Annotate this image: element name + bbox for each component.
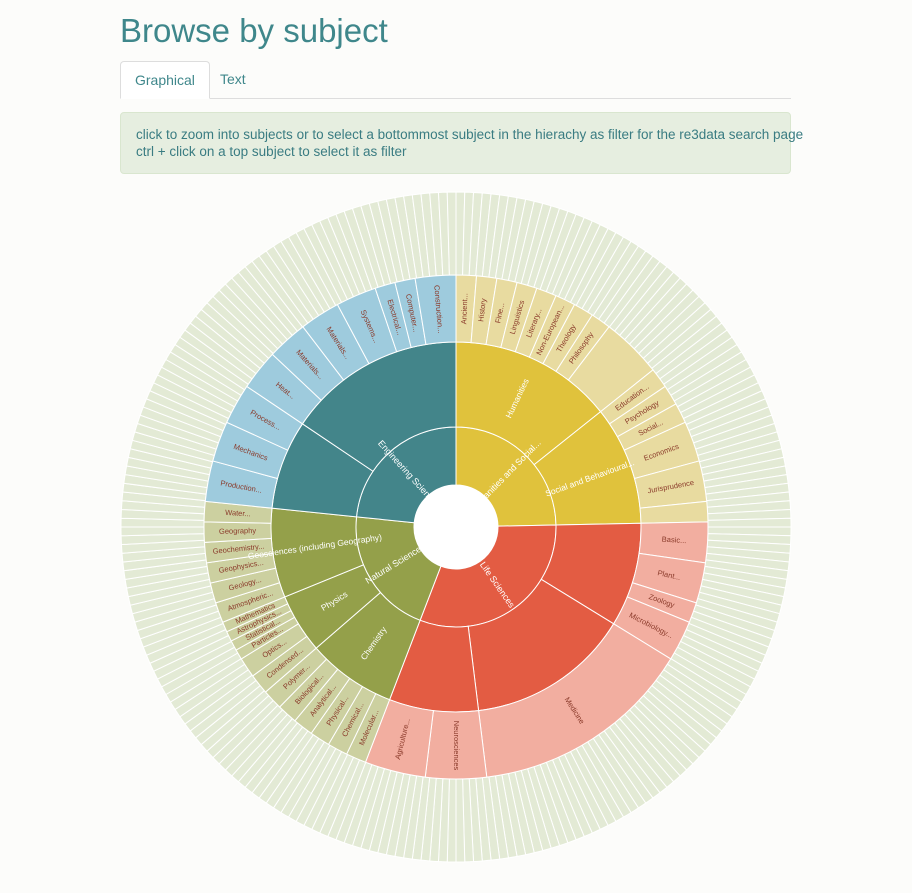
subject-label-basic: Basic... xyxy=(662,535,687,545)
subject-sunburst-chart[interactable]: Ancient... History Fine... LinguisticsLiter… xyxy=(0,0,912,893)
subject-label-water: Water... xyxy=(225,508,251,519)
subject-label-ancient: Ancient... xyxy=(459,293,469,325)
center-zoom-out[interactable] xyxy=(414,485,498,569)
subject-label-neurosciences: Neurosciences xyxy=(452,721,461,771)
subject-label-geography: Geography xyxy=(219,526,257,536)
